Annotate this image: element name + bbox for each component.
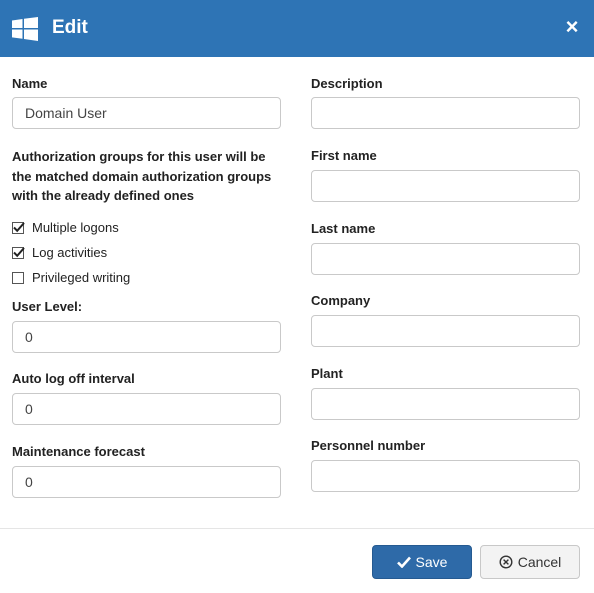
description-input[interactable] — [311, 97, 580, 129]
circle-x-icon — [499, 555, 513, 569]
log-activities-label: Log activities — [32, 245, 108, 260]
maintenance-forecast-input[interactable] — [12, 466, 281, 498]
name-label: Name — [12, 76, 48, 91]
dialog-header: Edit × — [0, 0, 594, 57]
multiple-logons-checkbox[interactable] — [12, 221, 25, 234]
company-input[interactable] — [311, 315, 580, 347]
footer-divider — [0, 528, 594, 529]
auto-logoff-label: Auto log off interval — [12, 371, 135, 386]
company-label: Company — [311, 293, 371, 308]
authorization-info-text: Authorization groups for this user will … — [12, 149, 272, 203]
windows-logo-icon — [12, 17, 38, 41]
maintenance-forecast-label: Maintenance forecast — [12, 444, 145, 459]
plant-label: Plant — [311, 366, 343, 381]
user-level-input[interactable] — [12, 321, 281, 353]
checkmark-icon — [396, 556, 411, 568]
privileged-writing-checkbox-row[interactable]: Privileged writing — [12, 270, 130, 285]
multiple-logons-label: Multiple logons — [32, 220, 119, 235]
personnel-number-label: Personnel number — [311, 438, 426, 453]
log-activities-checkbox-row[interactable]: Log activities — [12, 245, 107, 260]
multiple-logons-checkbox-row[interactable]: Multiple logons — [12, 220, 119, 235]
log-activities-checkbox[interactable] — [12, 246, 25, 259]
personnel-number-input[interactable] — [311, 460, 580, 492]
dialog-title: Edit — [52, 17, 88, 38]
privileged-writing-checkbox[interactable] — [12, 271, 24, 284]
description-label: Description — [311, 76, 383, 91]
user-level-label: User Level: — [12, 299, 83, 314]
cancel-button-label: Cancel — [517, 554, 562, 570]
checkmark-icon — [13, 221, 25, 232]
name-input[interactable] — [12, 97, 281, 129]
auto-logoff-input[interactable] — [12, 393, 281, 425]
plant-input[interactable] — [311, 388, 580, 420]
edit-dialog: Edit × Name Authorization groups for thi… — [0, 0, 594, 593]
first-name-input[interactable] — [311, 170, 580, 202]
privileged-writing-label: Privileged writing — [32, 270, 131, 285]
checkmark-icon — [13, 246, 25, 257]
last-name-input[interactable] — [311, 243, 580, 275]
save-button-label: Save — [415, 554, 448, 570]
first-name-label: First name — [311, 148, 377, 163]
last-name-label: Last name — [311, 221, 376, 236]
save-button[interactable]: Save — [372, 545, 472, 579]
close-icon[interactable]: × — [562, 14, 582, 40]
cancel-button[interactable]: Cancel — [480, 545, 580, 579]
